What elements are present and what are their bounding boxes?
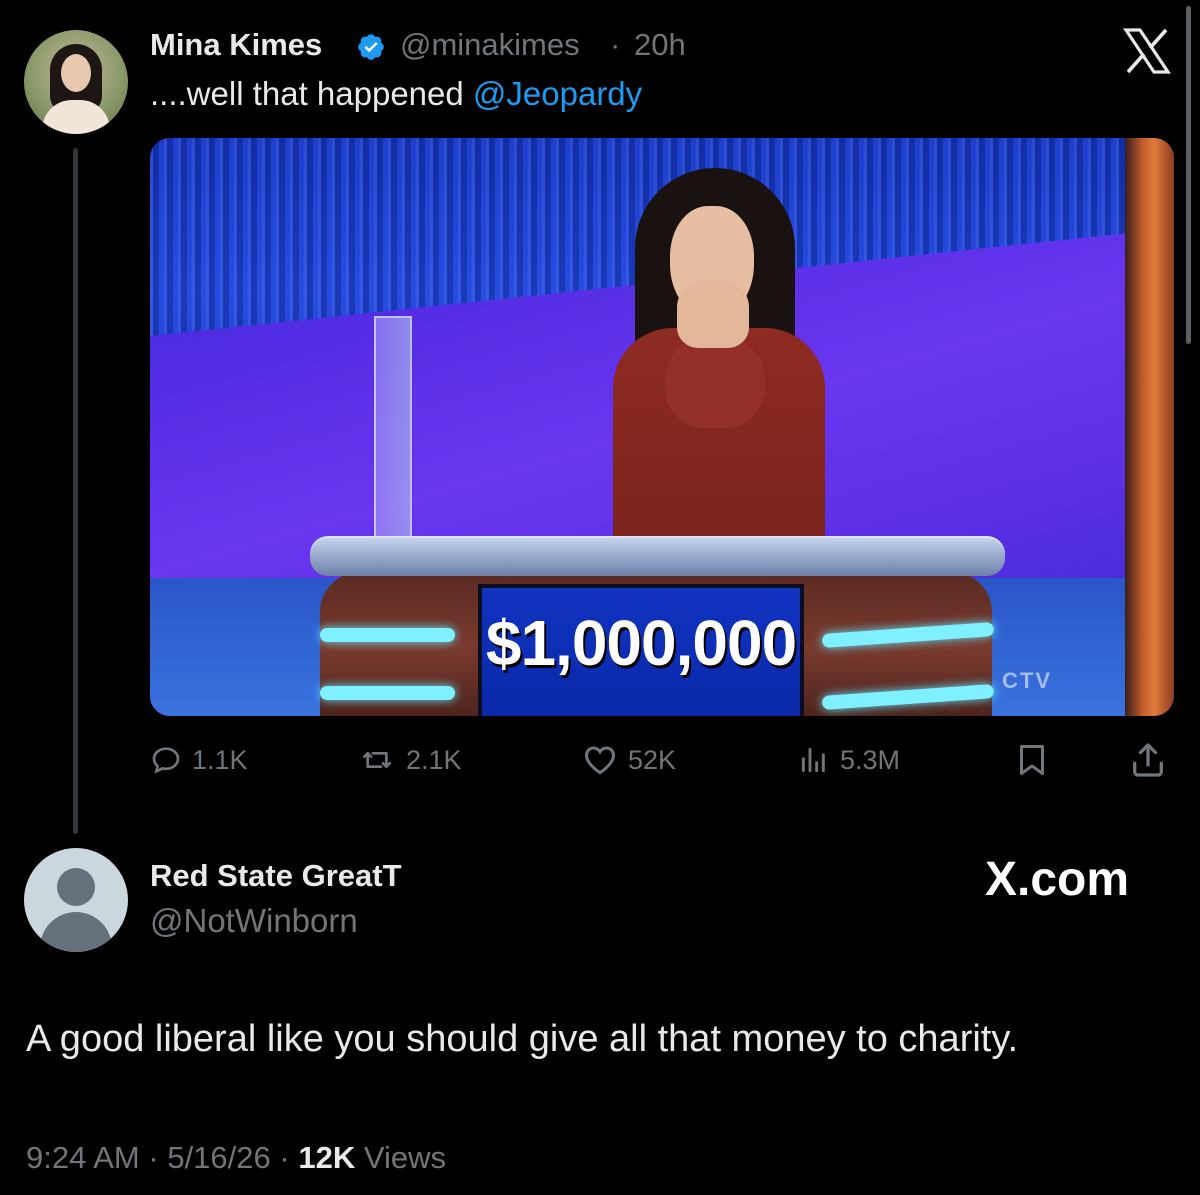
contestant-arms (665, 338, 765, 428)
meta-separator: · (279, 1140, 290, 1175)
reply-author-handle[interactable]: @NotWinborn (150, 902, 358, 940)
author-handle[interactable]: @minakimes (400, 27, 580, 63)
x-logo-icon (1123, 28, 1171, 74)
contestant (605, 168, 835, 568)
tweet-text: ....well that happened @Jeopardy (150, 75, 642, 113)
podium-light (320, 686, 455, 700)
tweet-time[interactable]: 20h (634, 27, 686, 63)
mention-link[interactable]: @Jeopardy (473, 75, 642, 112)
views-icon (801, 747, 825, 773)
views-action[interactable]: 5.3M (798, 740, 900, 780)
meta-separator: · (148, 1140, 159, 1175)
thread-line (73, 148, 78, 834)
podium-light (320, 628, 455, 642)
reply-icon (152, 747, 180, 774)
verified-badge-icon (358, 34, 384, 60)
share-icon[interactable] (1128, 740, 1168, 780)
reply-views-label: Views (363, 1140, 446, 1175)
retweet-count: 2.1K (406, 744, 462, 775)
reply-views-count: 12K (298, 1140, 356, 1175)
author-avatar[interactable] (24, 30, 128, 134)
views-count: 5.3M (840, 744, 901, 775)
author-name[interactable]: Mina Kimes (150, 27, 322, 63)
meta-separator: · (610, 27, 621, 62)
xcom-watermark: X.com (985, 853, 1130, 906)
ctv-watermark: CTV (1002, 668, 1052, 693)
contestant-hands (677, 280, 749, 348)
like-count: 52K (628, 744, 677, 775)
like-action[interactable]: 52K (582, 740, 676, 780)
avatar-face (61, 54, 91, 92)
retweet-icon (363, 752, 391, 768)
reply-date[interactable]: 5/16/26 (167, 1140, 270, 1175)
heart-icon (584, 746, 616, 775)
reply-action[interactable]: 1.1K (150, 740, 248, 780)
podium-top (310, 536, 1005, 576)
podium-screen-amount: $1,000,000 (485, 607, 797, 679)
reply-meta: 9:24 AM · 5/16/26 · 12K Views (26, 1140, 446, 1176)
scrollbar[interactable] (1186, 6, 1191, 344)
tweet-text-body: ....well that happened (150, 75, 464, 112)
default-avatar-body (40, 912, 112, 952)
podium-glass (374, 316, 412, 560)
reply-count: 1.1K (192, 744, 248, 775)
reply-text: A good liberal like you should give all … (26, 1018, 1019, 1060)
retweet-action[interactable]: 2.1K (358, 740, 462, 780)
bookmark-icon[interactable] (1014, 742, 1050, 778)
reply-author-avatar[interactable] (24, 848, 128, 952)
reply-author-name[interactable]: Red State GreatT (150, 858, 402, 894)
tweet-media-image[interactable]: $1,000,000 CTV (150, 138, 1174, 716)
reply-time[interactable]: 9:24 AM (26, 1140, 140, 1175)
stage-wall (1125, 138, 1174, 716)
default-avatar-head (57, 868, 95, 906)
